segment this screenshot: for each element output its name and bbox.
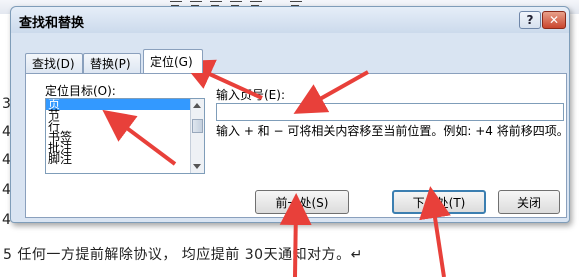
document-text-line: 5 任何一方提前解除协议， 均应提前 30天通知对方。↵ xyxy=(3,247,363,263)
list-item[interactable]: 页 xyxy=(46,99,204,110)
find-replace-dialog: 查找和替换 ? ✕ 查找(D) 替换(P) 定位(G) 定位目标(O): 页 节… xyxy=(10,6,570,223)
close-window-button[interactable]: ✕ xyxy=(542,11,566,29)
list-item[interactable]: 节 xyxy=(46,109,204,121)
close-button[interactable]: 关闭 xyxy=(498,190,560,214)
page-number-label: 输入页号(E): xyxy=(216,88,285,102)
goto-target-list[interactable]: 页 节 行 书签 批注 脚注 xyxy=(45,98,205,174)
page-number-input[interactable] xyxy=(216,103,564,121)
scroll-down-icon[interactable] xyxy=(193,164,201,169)
goto-panel: 定位目标(O): 页 节 行 书签 批注 脚注 输入页号(E): 输入 + 和 … xyxy=(25,73,569,218)
list-item[interactable]: 脚注 xyxy=(46,153,204,165)
next-button[interactable]: 下一处(T) xyxy=(392,190,486,214)
previous-button[interactable]: 前一处(S) xyxy=(255,190,349,214)
help-button[interactable]: ? xyxy=(519,11,541,29)
goto-hint-text: 输入 + 和 − 可将相关内容移至当前位置。例如: +4 将前移四项。 xyxy=(216,124,569,138)
scroll-up-icon[interactable] xyxy=(193,103,201,108)
dialog-titlebar[interactable]: 查找和替换 ? ✕ xyxy=(11,7,569,33)
tab-replace[interactable]: 替换(P) xyxy=(83,53,141,73)
goto-target-label: 定位目标(O): xyxy=(45,84,116,98)
tab-goto[interactable]: 定位(G) xyxy=(143,49,203,73)
dialog-title: 查找和替换 xyxy=(19,16,85,31)
list-scrollbar[interactable] xyxy=(190,99,204,173)
tab-find[interactable]: 查找(D) xyxy=(25,53,83,73)
scroll-thumb[interactable] xyxy=(192,119,203,133)
